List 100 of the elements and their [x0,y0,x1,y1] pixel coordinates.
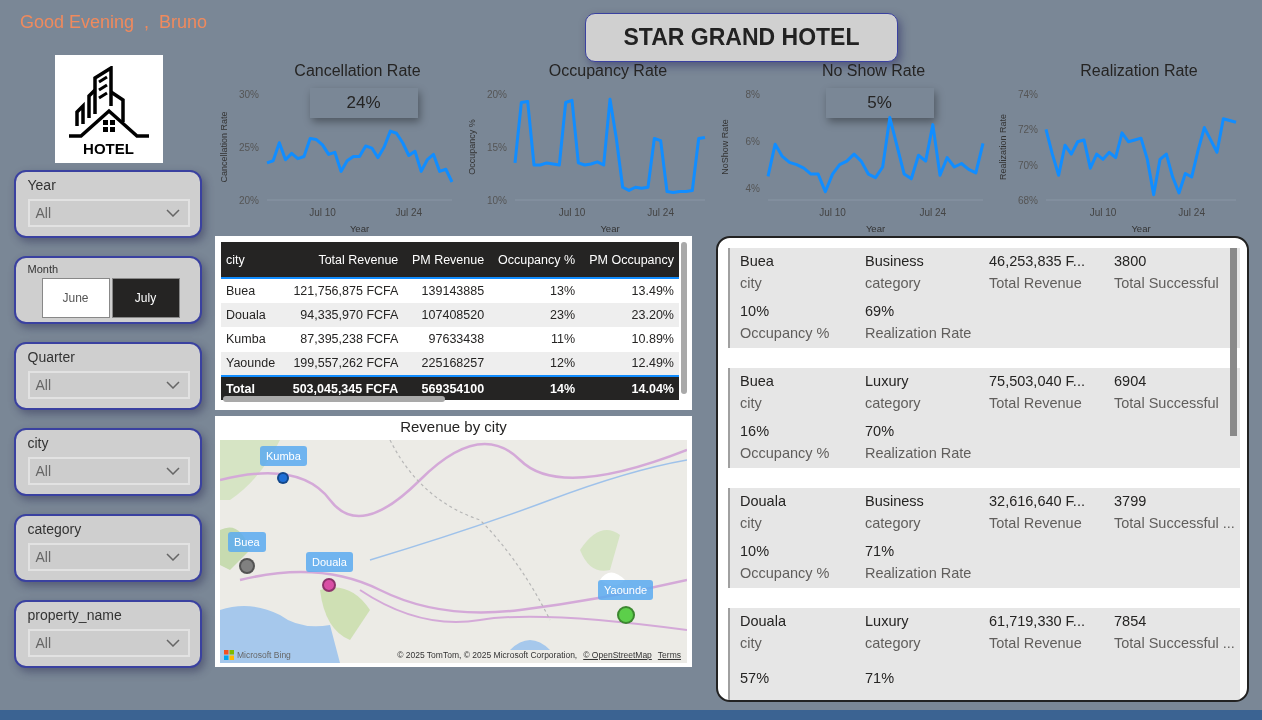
table-cell: 87,395,238 FCFA [282,327,404,352]
field-value: 61,719,330 F... [989,612,1086,631]
field-value: Douala [740,492,787,511]
field-label: city [740,634,763,653]
dropdown-field[interactable]: All [27,371,190,399]
field-label: Total Revenue [989,394,1083,413]
chart-title: Realization Rate [1079,62,1198,81]
field-value: Luxury [865,372,910,391]
field-label: Total Revenue [989,274,1083,293]
table-cell: Douala [221,302,283,327]
field-value: 16% [740,422,771,441]
dropdown-field[interactable]: All [27,199,190,227]
field-value: 70% [865,422,896,441]
field-value: 10% [740,542,771,561]
kpi-value: 24% [309,88,418,118]
column-header[interactable]: Total Revenue [282,242,404,278]
month-button[interactable]: June [41,278,110,318]
field-label: category [865,514,922,533]
total-cell: 14% [489,376,581,400]
dropdown-field[interactable]: All [27,457,190,485]
field-label: Realization Rate [865,444,973,463]
city-label: Kumba [260,446,307,466]
building-icon [66,65,151,138]
field-label: category [865,274,922,293]
tick-label: 6% [745,136,760,148]
table-cell: Kumba [221,327,283,352]
tick-label: 30% [239,89,259,100]
tick-label: 68% [1018,195,1038,206]
axis-title: Occupancy % [467,119,477,175]
scrollbar[interactable] [223,396,445,402]
scrollbar[interactable] [681,242,687,394]
table-cell: 10.89% [580,327,679,352]
field-value: 75,503,040 F... [989,372,1086,391]
column-header[interactable]: Occupancy % [489,242,581,278]
field-value: 69% [865,302,896,321]
chart-title: Occupancy Rate [547,62,668,81]
dropdown-field[interactable]: All [27,543,190,571]
greeting-text: Good Evening , Bruno [20,12,208,34]
chevron-down-icon [165,639,180,647]
filter-label: property_name [27,607,123,625]
kpi-value: 5% [825,88,934,118]
tick-label: 15% [487,142,507,153]
field-value: 3800 [1114,252,1148,271]
city-label: Buea [228,532,266,552]
tick-label: 4% [745,183,760,195]
filter-label: category [27,521,83,539]
city-label: Yaounde [598,580,654,600]
tick-label: 25% [239,142,259,153]
dashboard-title: STAR GRAND HOTEL [585,13,898,62]
chevron-down-icon [165,209,180,217]
scrollbar[interactable] [1230,248,1237,436]
axis-title: Year [600,223,620,234]
tick-label: Jul 24 [919,207,947,218]
tick-label: 20% [239,195,259,206]
field-label: Total Successful [1114,274,1220,293]
field-value: 7854 [1114,612,1148,631]
table-cell: 94,335,970 FCFA [282,302,404,327]
filter-label: Month [27,263,60,277]
field-value: Buea [740,372,775,391]
table-cell: 97633438 [403,327,490,352]
axis-title: Cancellation Rate [219,111,229,183]
field-label: Total Revenue [989,634,1083,653]
field-label: Total Successful ... [1114,514,1236,533]
map-link[interactable]: © OpenStreetMap [583,650,652,660]
field-value: Douala [740,612,787,631]
month-button[interactable]: July [111,278,180,318]
field-value: 57% [740,669,771,688]
dropdown-field[interactable]: All [27,629,190,657]
field-value: 10% [740,302,771,321]
axis-title: Year [865,223,886,234]
city-label: Douala [306,552,353,572]
table-cell: 107408520 [403,302,490,327]
chart-title: Cancellation Rate [293,62,421,81]
map-title: Revenue by city [399,417,508,437]
chevron-down-icon [165,467,180,475]
field-label: city [740,514,763,533]
tick-label: Jul 24 [1178,207,1205,218]
field-label: category [865,394,922,413]
axis-title: Year [349,223,370,234]
chevron-down-icon [165,381,180,389]
table-cell: 11% [489,327,581,352]
column-header[interactable]: PM Revenue [403,242,490,278]
axis-title: Realization Rate [998,114,1008,180]
tick-label: 20% [487,89,507,100]
field-value: Business [865,252,925,271]
chart-title: No Show Rate [820,62,926,81]
field-label: Total Successful ... [1114,634,1236,653]
tick-label: 10% [487,195,507,206]
column-header[interactable]: city [221,242,283,278]
field-value: 3799 [1114,492,1148,511]
field-value: 71% [865,542,896,561]
column-header[interactable]: PM Occupancy [580,242,679,278]
tick-label: 74% [1018,89,1038,100]
filter-label: Quarter [27,349,76,367]
field-value: Buea [740,252,775,271]
field-label: city [740,274,763,293]
field-label: city [740,394,763,413]
map-link[interactable]: Terms [657,650,681,660]
map-brand: Microsoft Bing [224,650,291,660]
field-value: Business [865,492,925,511]
